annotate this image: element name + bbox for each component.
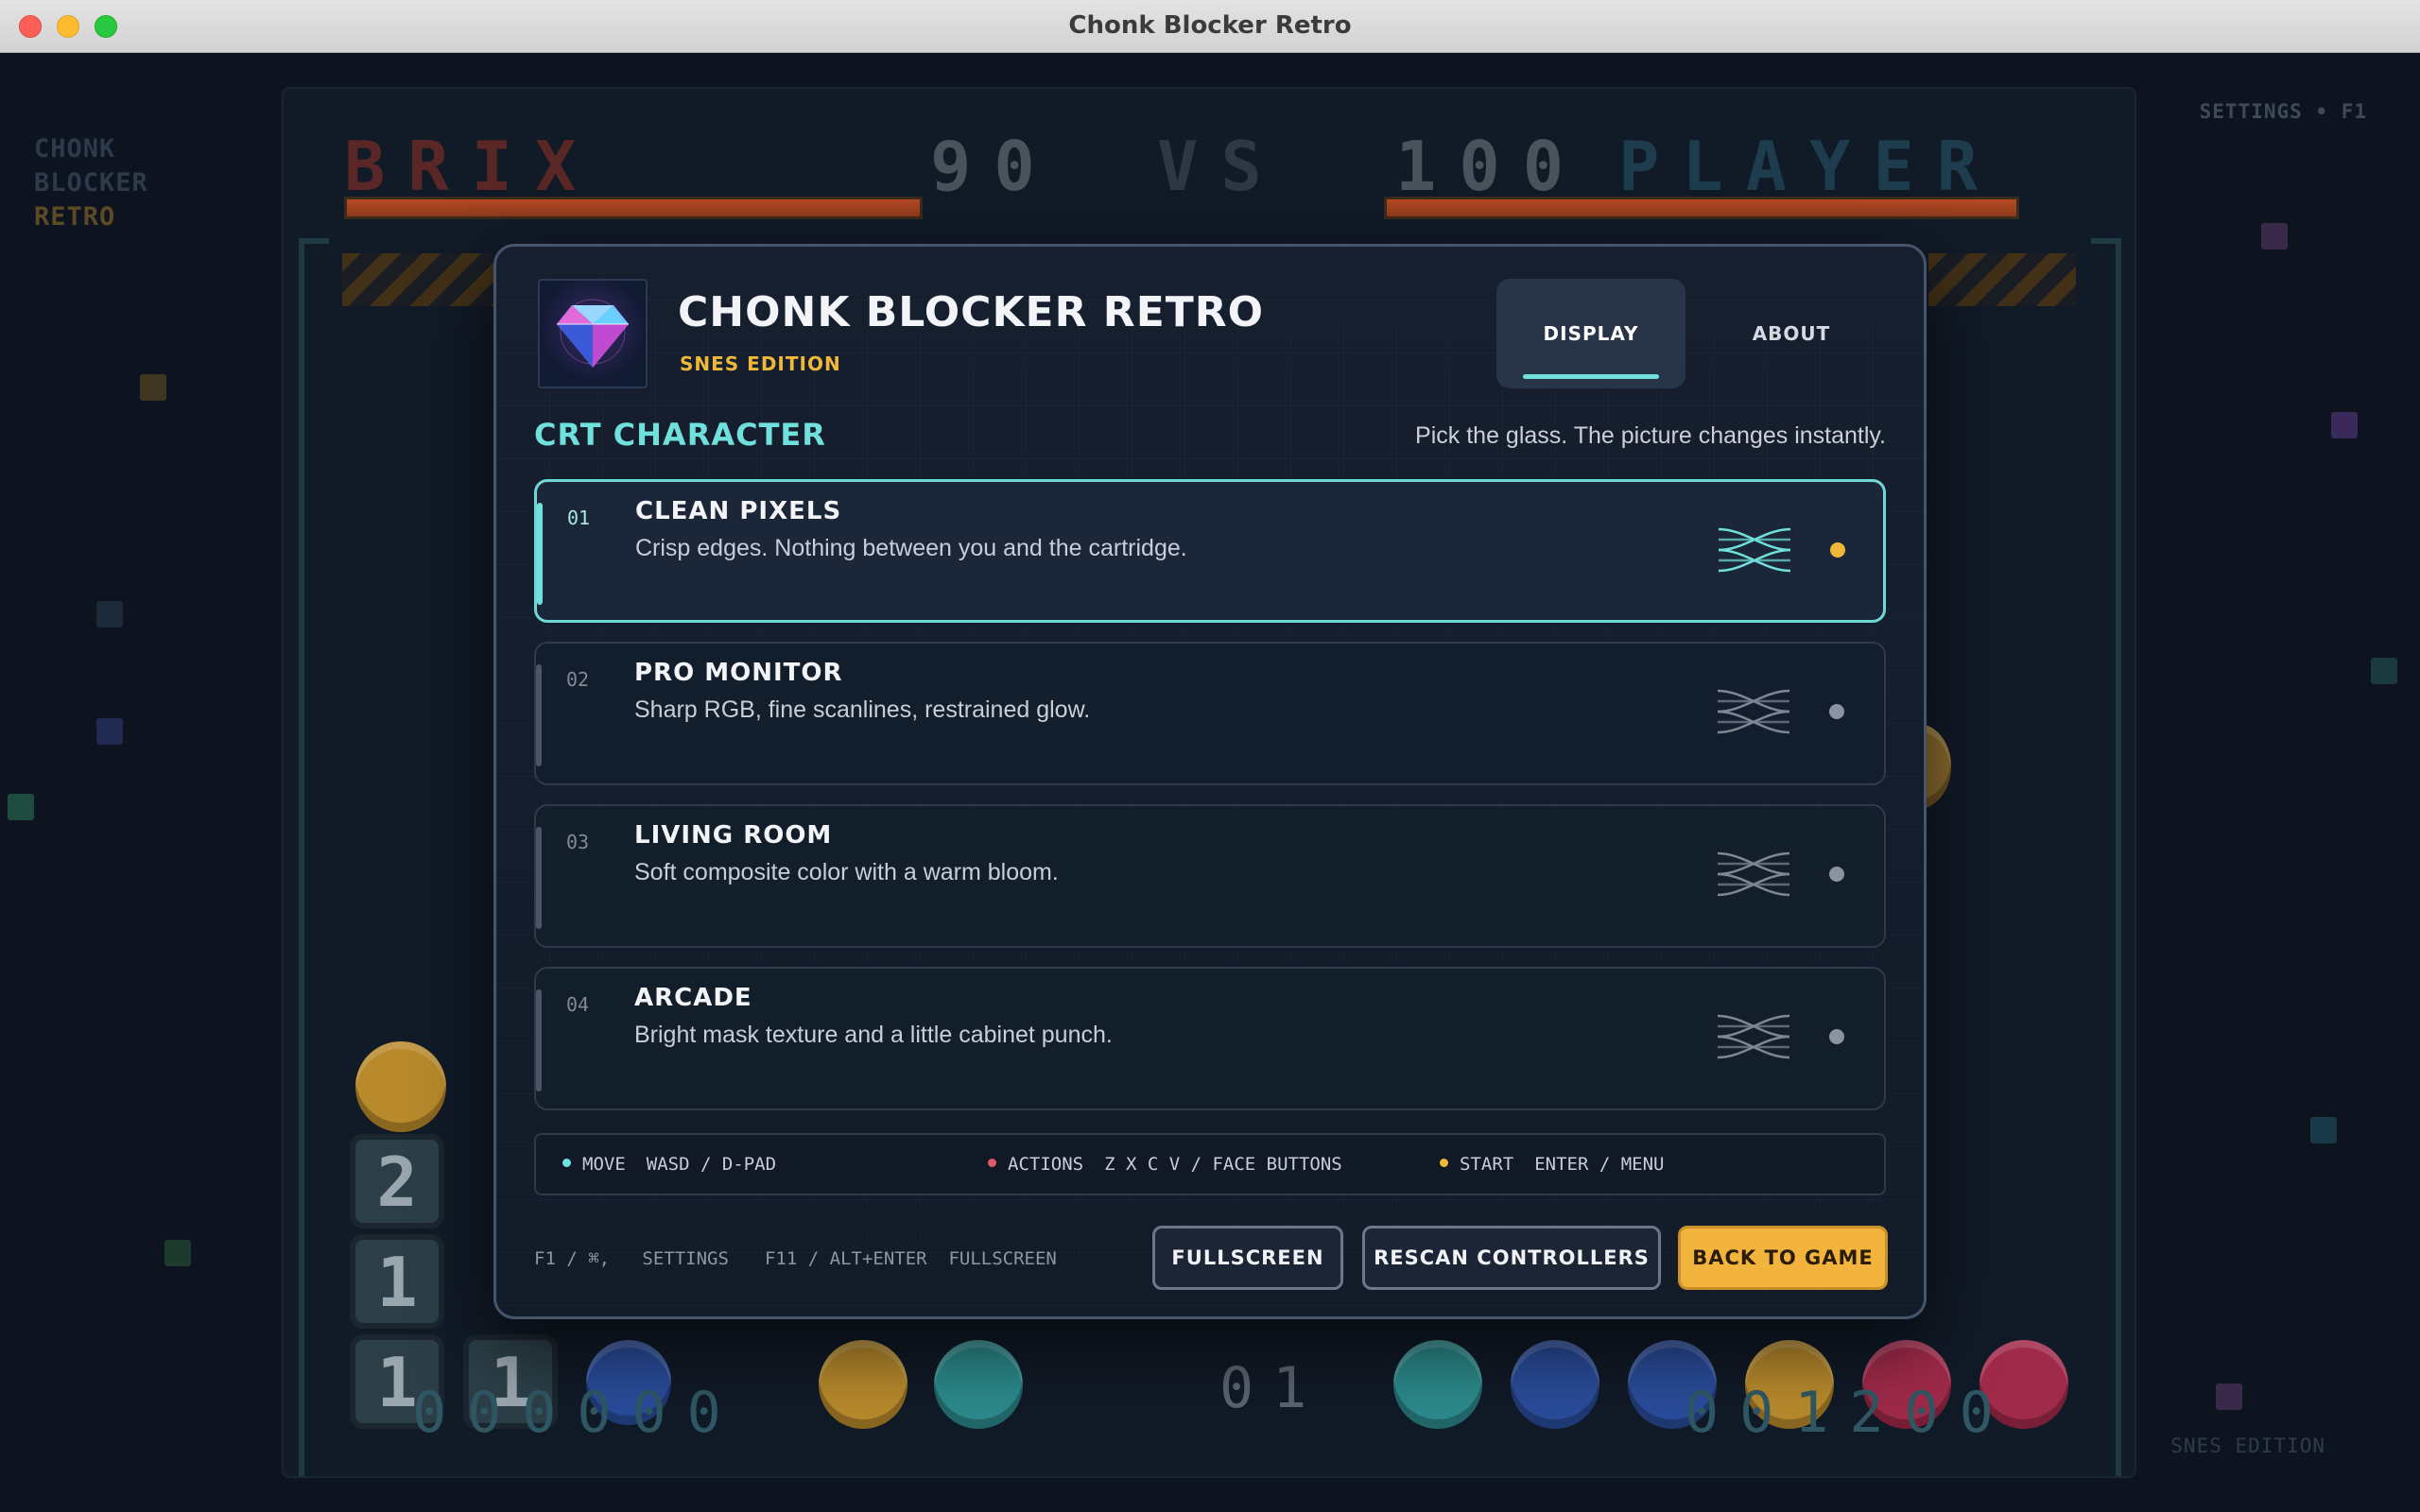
crt-option-living-room[interactable]: 03 LIVING ROOM Soft composite color with… (534, 804, 1886, 948)
settings-tabs: DISPLAY ABOUT (1496, 279, 1892, 388)
rescan-controllers-button[interactable]: RESCAN CONTROLLERS (1362, 1226, 1661, 1290)
shortcut-keys: F1 / ⌘, (534, 1248, 611, 1269)
gem-teal (1393, 1340, 1482, 1429)
section-title: CRT CHARACTER (534, 417, 826, 453)
rain-block (2331, 412, 2358, 438)
rain-block (8, 794, 34, 820)
option-description: Crisp edges. Nothing between you and the… (635, 535, 1187, 561)
option-accent (536, 827, 542, 929)
gem-gold (819, 1340, 908, 1429)
side-logo: CHONK BLOCKER RETRO (34, 132, 148, 234)
option-name: LIVING ROOM (634, 821, 833, 850)
edition-hint: SNES EDITION (2170, 1435, 2325, 1457)
controls-legend: MOVE WASD / D-PAD ACTIONS Z X C V / FACE B… (534, 1133, 1886, 1195)
crt-option-arcade[interactable]: 04 ARCADE Bright mask texture and a litt… (534, 967, 1886, 1110)
hud-opponent-name: BRIX (344, 127, 599, 206)
hud-player-name: PLAYER (1618, 127, 2001, 206)
gem-teal (934, 1340, 1023, 1429)
hud-player-score: 100 (1395, 127, 1587, 206)
title-bar: Chonk Blocker Retro (0, 0, 2420, 53)
scanline-waveform-icon (1717, 689, 1790, 734)
option-name: ARCADE (634, 984, 752, 1012)
option-accent (536, 989, 542, 1091)
rain-block (2371, 658, 2397, 684)
diamond-icon (538, 279, 648, 388)
bullet-icon (988, 1159, 996, 1167)
control-move: MOVE WASD / D-PAD (562, 1154, 776, 1175)
selection-indicator (1829, 704, 1844, 719)
selection-indicator (1830, 542, 1845, 558)
playfield-frame-right (2091, 238, 2121, 1476)
crt-option-pro-monitor[interactable]: 02 PRO MONITOR Sharp RGB, fine scanlines… (534, 642, 1886, 785)
option-name: CLEAN PIXELS (635, 497, 842, 525)
shortcut-label: FULLSCREEN (948, 1248, 1057, 1269)
option-name: PRO MONITOR (634, 659, 843, 687)
rain-block (2261, 223, 2288, 249)
control-label: ACTIONS (1008, 1154, 1084, 1175)
control-keys: Z X C V / FACE BUTTONS (1104, 1154, 1342, 1175)
player-total-score: 001200 (1685, 1380, 2014, 1446)
hazard-stripe (1928, 253, 2076, 306)
option-description: Bright mask texture and a little cabinet… (634, 1022, 1113, 1048)
gem-gold (355, 1041, 446, 1132)
hud-versus: VS (1157, 127, 1285, 206)
app-window: Chonk Blocker Retro CHONK BLOCKER RETRO … (0, 0, 2420, 1512)
rain-block (2310, 1117, 2337, 1143)
control-actions: ACTIONS Z X C V / FACE BUTTONS (988, 1154, 1342, 1175)
rain-block (96, 718, 123, 745)
settings-shortcut-hint: SETTINGS • F1 (2199, 100, 2367, 123)
option-description: Soft composite color with a warm bloom. (634, 859, 1059, 885)
scanline-waveform-icon (1717, 851, 1790, 897)
selection-indicator (1829, 1029, 1844, 1044)
hud-opponent-score: 90 (930, 127, 1058, 206)
option-number: 02 (566, 668, 590, 691)
crt-option-clean-pixels[interactable]: 01 CLEAN PIXELS Crisp edges. Nothing bet… (534, 479, 1886, 623)
control-label: MOVE (582, 1154, 626, 1175)
playfield-frame-left (299, 238, 329, 1476)
center-counter: 01 (1219, 1355, 1326, 1421)
control-keys: ENTER / MENU (1534, 1154, 1665, 1175)
fullscreen-shortcut: F11 / ALT+ENTER FULLSCREEN (765, 1248, 1057, 1269)
control-start: START ENTER / MENU (1440, 1154, 1664, 1175)
number-tile: 1 (350, 1234, 444, 1329)
opponent-total-score: 000000 (412, 1380, 742, 1446)
opponent-health-bar (344, 197, 923, 219)
rain-block (2216, 1383, 2242, 1410)
option-accent (536, 664, 542, 766)
modal-subtitle: SNES EDITION (680, 352, 841, 375)
scanline-waveform-icon (1717, 1014, 1790, 1059)
bullet-icon (1440, 1159, 1448, 1167)
side-logo-line: CHONK (34, 134, 116, 163)
bullet-icon (562, 1159, 571, 1167)
option-accent (537, 503, 543, 605)
gem-blue (1511, 1340, 1599, 1429)
player-health-bar (1384, 197, 2019, 219)
fullscreen-button[interactable]: FULLSCREEN (1152, 1226, 1343, 1290)
settings-shortcut: F1 / ⌘, SETTINGS (534, 1248, 729, 1269)
rain-block (164, 1240, 191, 1266)
tab-about[interactable]: ABOUT (1697, 279, 1886, 388)
control-keys: WASD / D-PAD (646, 1154, 777, 1175)
back-to-game-button[interactable]: BACK TO GAME (1678, 1226, 1888, 1290)
option-number: 04 (566, 993, 590, 1016)
hazard-stripe (342, 253, 493, 306)
side-logo-line: RETRO (34, 202, 116, 232)
control-label: START (1460, 1154, 1514, 1175)
shortcut-keys: F11 / ALT+ENTER (765, 1248, 927, 1269)
window-title: Chonk Blocker Retro (1068, 11, 1352, 40)
selection-indicator (1829, 867, 1844, 882)
modal-title: CHONK BLOCKER RETRO (678, 288, 1265, 336)
section-hint: Pick the glass. The picture changes inst… (1415, 422, 1886, 449)
number-tile: 2 (350, 1134, 444, 1228)
settings-modal: CHONK BLOCKER RETRO SNES EDITION DISPLAY… (493, 244, 1927, 1319)
side-logo-line: BLOCKER (34, 168, 148, 198)
rain-block (140, 374, 166, 401)
shortcut-label: SETTINGS (642, 1248, 729, 1269)
scanline-waveform-icon (1718, 527, 1791, 573)
option-number: 01 (567, 507, 591, 529)
tab-display[interactable]: DISPLAY (1496, 279, 1685, 388)
option-number: 03 (566, 831, 590, 853)
rain-block (96, 601, 123, 627)
option-description: Sharp RGB, fine scanlines, restrained gl… (634, 696, 1091, 723)
